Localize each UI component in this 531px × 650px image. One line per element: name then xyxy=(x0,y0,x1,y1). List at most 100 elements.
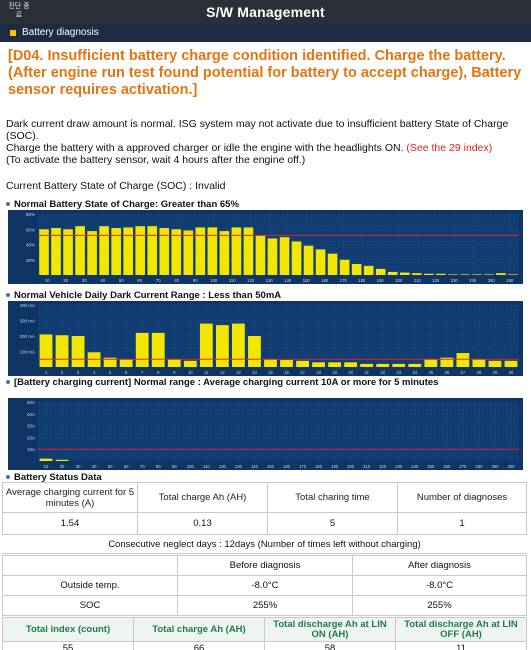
bar xyxy=(411,273,422,275)
bar xyxy=(267,238,278,275)
x-tick-label: 190 xyxy=(331,464,339,469)
x-tick-label: 9 xyxy=(173,370,176,375)
x-tick-label: 240 xyxy=(469,278,477,283)
value-avg-charging-current: 1.54 xyxy=(2,512,138,535)
x-tick-label: 5 xyxy=(109,370,112,375)
bar xyxy=(376,363,390,367)
outside-temp-after: -8.0°C xyxy=(352,575,527,596)
bar xyxy=(135,332,149,367)
compare-header-empty xyxy=(2,555,178,576)
soc-after: 255% xyxy=(352,595,527,616)
bar xyxy=(472,359,486,367)
bar xyxy=(183,360,197,367)
y-tick-label: 100 mA xyxy=(19,350,35,355)
x-tick-label: 70 xyxy=(156,278,161,283)
y-tick-label: 40A xyxy=(27,412,35,417)
x-tick-label: 30 xyxy=(76,464,81,469)
x-tick-label: 40 xyxy=(100,278,105,283)
bar xyxy=(232,323,245,367)
x-tick-label: 20 xyxy=(60,464,65,469)
value-discharge-lin-on: 58 xyxy=(264,641,396,650)
bar xyxy=(219,231,230,275)
bar xyxy=(71,336,85,367)
bar xyxy=(135,226,146,275)
bar xyxy=(508,274,518,275)
section-label: Battery diagnosis xyxy=(22,27,99,38)
header-total-index: Total index (count) xyxy=(2,617,134,642)
bar xyxy=(339,259,350,275)
index-link[interactable]: (See the 29 index) xyxy=(406,142,492,154)
neglect-days-text: Consecutive neglect days : 12days (Numbe… xyxy=(2,536,527,554)
x-tick-label: 3 xyxy=(77,370,80,375)
x-tick-label: 200 xyxy=(347,464,355,469)
header-index-total-charge: Total charge Ah (AH) xyxy=(133,617,265,642)
value-discharge-lin-off: 11 xyxy=(395,641,527,650)
bar xyxy=(472,274,482,275)
x-tick-label: 240 xyxy=(411,464,419,469)
bar xyxy=(215,325,229,367)
y-tick-label: 30A xyxy=(27,424,35,429)
bar xyxy=(55,459,69,461)
value-total-charging-time: 5 xyxy=(267,512,398,535)
x-tick-label: 8 xyxy=(157,370,160,375)
bar xyxy=(123,227,133,275)
value-total-index: 55 xyxy=(2,641,134,650)
x-tick-label: 17 xyxy=(300,370,305,375)
bar xyxy=(387,271,398,275)
x-tick-label: 210 xyxy=(363,464,371,469)
x-tick-label: 260 xyxy=(506,278,514,283)
bullet-icon xyxy=(6,380,10,385)
bar xyxy=(199,323,213,367)
x-tick-label: 24 xyxy=(412,370,417,375)
x-tick-label: 1 xyxy=(45,370,48,375)
charging-chart: 10A 20A 30A 40A 50A 10 20 30 40 50 60 70 80 90 100 110 1… xyxy=(8,398,523,470)
x-tick-label: 250 xyxy=(488,278,496,283)
title-bar: 진단 종료 S/W Management xyxy=(0,0,531,24)
x-tick-label: 170 xyxy=(299,464,307,469)
bar xyxy=(360,363,374,367)
x-tick-label: 80 xyxy=(174,278,179,283)
x-tick-label: 300 xyxy=(507,464,515,469)
x-tick-label: 210 xyxy=(414,278,422,283)
bar xyxy=(460,274,470,275)
bar xyxy=(392,363,406,367)
x-tick-label: 12 xyxy=(220,370,225,375)
y-tick-label: 400 mA xyxy=(19,303,35,308)
x-tick-label: 80 xyxy=(156,464,161,469)
x-tick-label: 28 xyxy=(477,370,482,375)
x-tick-label: 11 xyxy=(204,370,209,375)
value-index-total-charge: 66 xyxy=(133,641,265,650)
y-tick-label: 20% xyxy=(26,258,35,263)
x-tick-label: 25 xyxy=(428,370,433,375)
x-tick-label: 20 xyxy=(348,370,353,375)
x-tick-label: 30 xyxy=(82,278,87,283)
x-tick-label: 290 xyxy=(491,464,499,469)
header-discharge-lin-on: Total discharge Ah at LIN ON (AH) xyxy=(264,617,396,642)
bar xyxy=(243,227,254,275)
x-tick-label: 18 xyxy=(316,370,321,375)
x-tick-label: 19 xyxy=(332,370,337,375)
bar xyxy=(424,273,434,275)
bar xyxy=(147,226,158,275)
x-tick-label: 150 xyxy=(267,464,275,469)
chart-svg: 100 mA200 mA300 mA400 mA1 2 3 4 5 6 7 8 9 10 11 12 1… xyxy=(19,303,519,375)
x-tick-label: 23 xyxy=(396,370,401,375)
x-tick-label: 110 xyxy=(203,464,210,469)
x-tick-label: 70 xyxy=(140,464,145,469)
charging-chart-title: [Battery charging current] Normal range … xyxy=(6,377,521,388)
bar xyxy=(344,362,358,367)
x-tick-label: 220 xyxy=(379,464,387,469)
bar xyxy=(399,272,410,275)
bar xyxy=(327,253,338,275)
value-total-charge: 0.13 xyxy=(137,512,268,535)
bullet-icon xyxy=(6,475,10,480)
x-tick-label: 6 xyxy=(125,370,128,375)
x-tick-label: 160 xyxy=(321,278,329,283)
x-tick-label: 160 xyxy=(283,464,291,469)
x-tick-label: 230 xyxy=(451,278,459,283)
x-tick-label: 180 xyxy=(315,464,323,469)
x-tick-label: 27 xyxy=(461,370,466,375)
x-tick-label: 10 xyxy=(188,370,193,375)
soc-chart-title: Normal Battery State of Charge: Greater … xyxy=(6,199,239,210)
header-discharge-lin-off: Total discharge Ah at LIN OFF (AH) xyxy=(395,617,527,642)
